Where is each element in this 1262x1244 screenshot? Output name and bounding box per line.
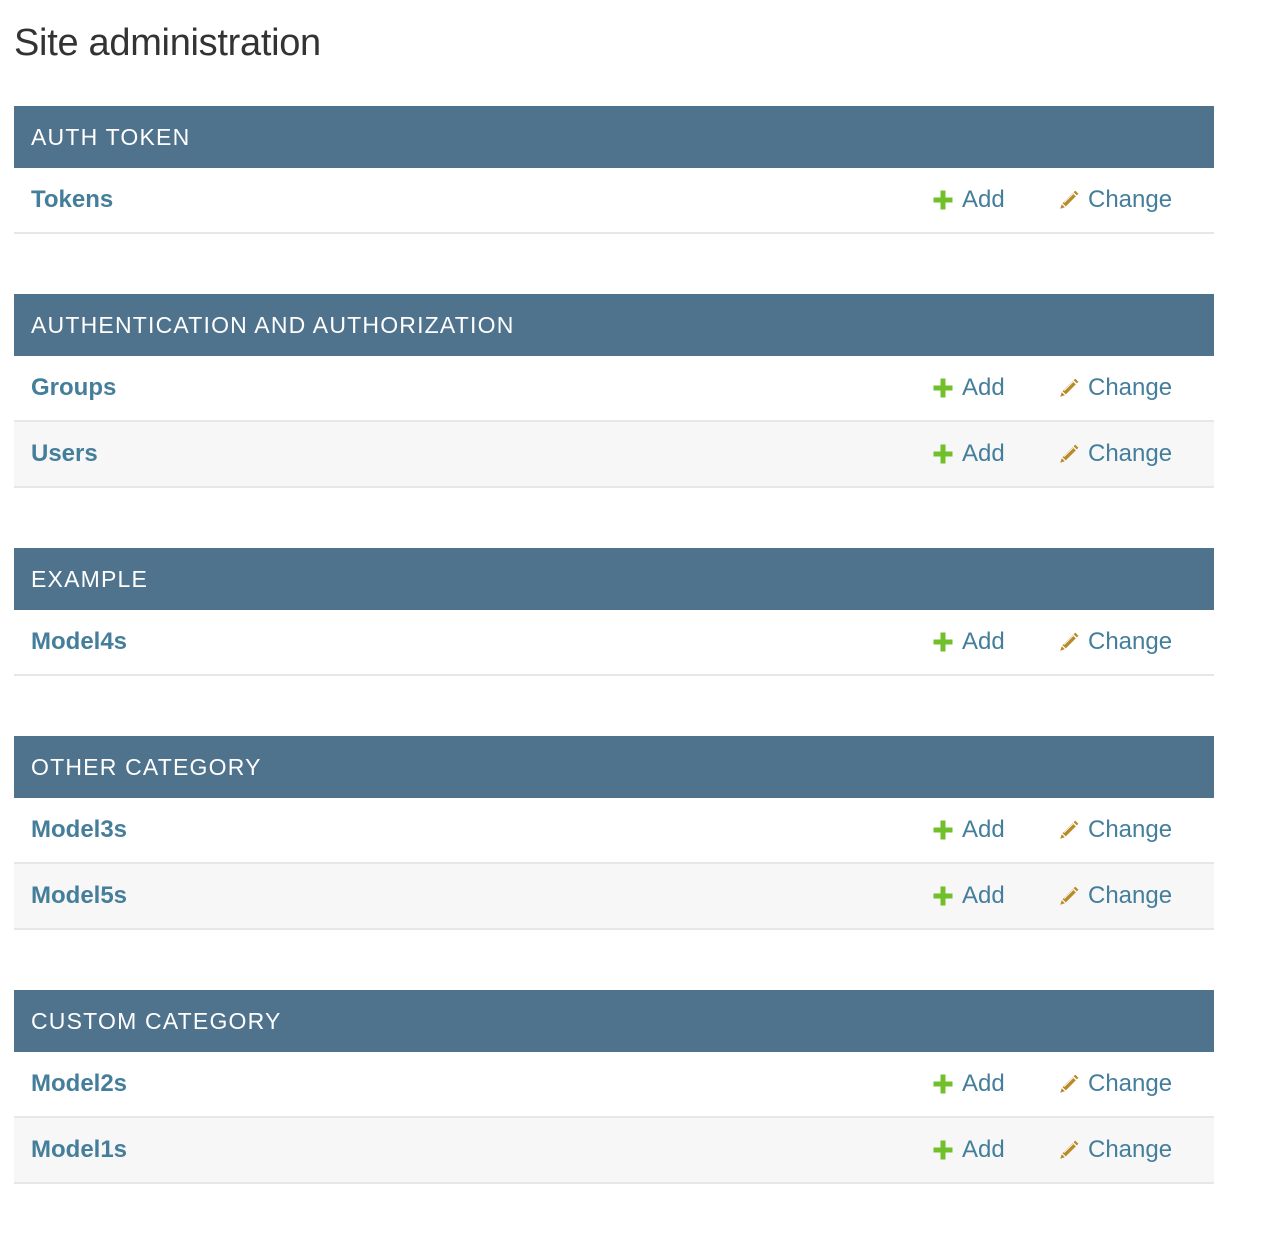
model-row: Model1s Add Change: [14, 1118, 1214, 1184]
model-link-model1s[interactable]: Model1s: [31, 1118, 127, 1182]
add-label: Add: [962, 440, 1005, 467]
model-link-model3s[interactable]: Model3s: [31, 798, 127, 862]
add-label: Add: [962, 628, 1005, 655]
model-row: Tokens Add Change: [14, 168, 1214, 234]
plus-icon: [932, 819, 954, 841]
change-label: Change: [1088, 882, 1173, 909]
model-row: Groups Add Change: [14, 356, 1214, 422]
add-link[interactable]: Add: [932, 356, 1005, 420]
module-caption: AUTHENTICATION AND AUTHORIZATION: [14, 294, 1214, 356]
pencil-icon: [1058, 189, 1080, 211]
model-link-model2s[interactable]: Model2s: [31, 1052, 127, 1116]
model-row: Model2s Add Change: [14, 1052, 1214, 1118]
plus-icon: [932, 189, 954, 211]
change-link[interactable]: Change: [1058, 864, 1172, 928]
module-caption: EXAMPLE: [14, 548, 1214, 610]
model-link-model4s[interactable]: Model4s: [31, 610, 127, 674]
module-caption: OTHER CATEGORY: [14, 736, 1214, 798]
app-module-list: AUTH TOKEN Tokens Add Change AUTHENTICATION …: [14, 106, 1214, 1244]
plus-icon: [932, 631, 954, 653]
model-row: Model3s Add Change: [14, 798, 1214, 864]
change-label: Change: [1088, 440, 1173, 467]
change-label: Change: [1088, 1136, 1173, 1163]
add-link[interactable]: Add: [932, 1118, 1005, 1182]
add-link[interactable]: Add: [932, 422, 1005, 486]
change-label: Change: [1088, 628, 1173, 655]
change-label: Change: [1088, 374, 1173, 401]
add-label: Add: [962, 374, 1005, 401]
change-link[interactable]: Change: [1058, 798, 1172, 862]
add-label: Add: [962, 816, 1005, 843]
add-link[interactable]: Add: [932, 1052, 1005, 1116]
model-row: Model5s Add Change: [14, 864, 1214, 930]
change-link[interactable]: Change: [1058, 1118, 1172, 1182]
app-module-custom-category: CUSTOM CATEGORY Model2s Add Change Model1s Ad…: [14, 990, 1214, 1184]
model-row: Users Add Change: [14, 422, 1214, 488]
pencil-icon: [1058, 443, 1080, 465]
pencil-icon: [1058, 1139, 1080, 1161]
change-link[interactable]: Change: [1058, 1052, 1172, 1116]
app-module-example: EXAMPLE Model4s Add Change: [14, 548, 1214, 676]
change-label: Change: [1088, 1070, 1173, 1097]
change-link[interactable]: Change: [1058, 610, 1172, 674]
change-link[interactable]: Change: [1058, 356, 1172, 420]
plus-icon: [932, 1139, 954, 1161]
module-caption: AUTH TOKEN: [14, 106, 1214, 168]
app-module-authentication-and-authorization: AUTHENTICATION AND AUTHORIZATION Groups Ad…: [14, 294, 1214, 488]
pencil-icon: [1058, 819, 1080, 841]
add-link[interactable]: Add: [932, 864, 1005, 928]
model-link-groups[interactable]: Groups: [31, 356, 116, 420]
pencil-icon: [1058, 885, 1080, 907]
app-module-auth-token: AUTH TOKEN Tokens Add Change: [14, 106, 1214, 234]
add-link[interactable]: Add: [932, 610, 1005, 674]
pencil-icon: [1058, 1073, 1080, 1095]
pencil-icon: [1058, 377, 1080, 399]
model-link-model5s[interactable]: Model5s: [31, 864, 127, 928]
plus-icon: [932, 1073, 954, 1095]
model-row: Model4s Add Change: [14, 610, 1214, 676]
plus-icon: [932, 377, 954, 399]
change-link[interactable]: Change: [1058, 422, 1172, 486]
add-label: Add: [962, 882, 1005, 909]
model-link-tokens[interactable]: Tokens: [31, 168, 113, 232]
plus-icon: [932, 443, 954, 465]
change-label: Change: [1088, 186, 1173, 213]
add-label: Add: [962, 186, 1005, 213]
app-module-other-category: OTHER CATEGORY Model3s Add Change Model5s Add…: [14, 736, 1214, 930]
change-link[interactable]: Change: [1058, 168, 1172, 232]
pencil-icon: [1058, 631, 1080, 653]
add-link[interactable]: Add: [932, 798, 1005, 862]
plus-icon: [932, 885, 954, 907]
add-label: Add: [962, 1136, 1005, 1163]
change-label: Change: [1088, 816, 1173, 843]
model-link-users[interactable]: Users: [31, 422, 98, 486]
add-link[interactable]: Add: [932, 168, 1005, 232]
page-title: Site administration: [14, 22, 321, 64]
module-caption: CUSTOM CATEGORY: [14, 990, 1214, 1052]
add-label: Add: [962, 1070, 1005, 1097]
